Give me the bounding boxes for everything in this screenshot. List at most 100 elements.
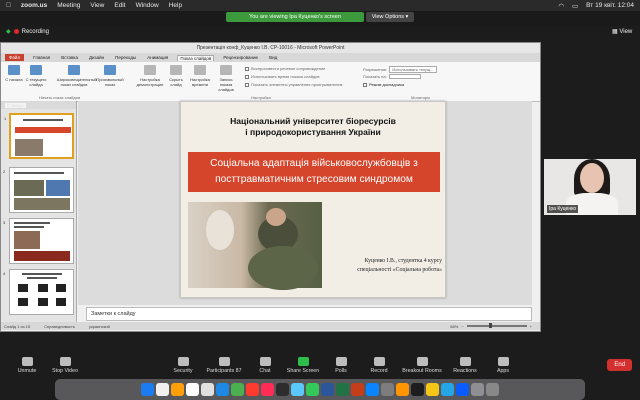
from-start-button[interactable]: С начала (3, 65, 25, 82)
dock-app-icon[interactable] (246, 383, 259, 396)
menu-help[interactable]: Help (169, 2, 182, 9)
slide-thumbnail-1[interactable]: 1 (4, 113, 74, 159)
slide-subtitle-band[interactable]: Соціальна адаптація військовослужбовців … (188, 152, 440, 192)
end-meeting-button[interactable]: End (607, 359, 632, 371)
zoom-level[interactable]: 68% (450, 324, 458, 329)
thumb-icon (56, 284, 66, 292)
dock-app-icon[interactable] (471, 383, 484, 396)
dock-app-icon[interactable] (156, 383, 169, 396)
tab-outline[interactable]: Структура (32, 103, 53, 108)
dock-app-icon[interactable] (216, 383, 229, 396)
dock-app-icon[interactable] (141, 383, 154, 396)
tab-view[interactable]: Вид (267, 55, 279, 60)
zoom-slider[interactable] (466, 323, 527, 329)
zoom-out-icon[interactable]: − (461, 324, 463, 329)
language[interactable]: украинский (89, 324, 110, 329)
battery-icon[interactable]: ▭ (572, 2, 578, 10)
show-on-select[interactable] (388, 74, 421, 79)
tab-slideshow[interactable]: Показ слайдов (177, 54, 215, 61)
dock-app-icon[interactable] (381, 383, 394, 396)
breakout-rooms-icon (416, 356, 428, 366)
tab-review[interactable]: Рецензирование (221, 55, 260, 60)
current-slide[interactable]: Національний університет біоресурсів і п… (180, 101, 446, 298)
tab-transitions[interactable]: Переходы (113, 55, 138, 60)
rehearse-timings-button[interactable]: Настройка времени (187, 65, 213, 87)
dock-app-icon[interactable] (276, 383, 289, 396)
record-show-button[interactable]: Запись показа слайдов (213, 65, 239, 92)
dock-app-icon[interactable] (291, 383, 304, 396)
slide-author[interactable]: Куценко І.В., студентка 4 курсу спеціаль… (326, 257, 442, 275)
tab-animation[interactable]: Анимация (145, 55, 170, 60)
record-button[interactable]: Record (360, 356, 398, 374)
theme-name: Справедливость (44, 323, 75, 329)
dock-app-icon[interactable] (261, 383, 274, 396)
checkbox-narration[interactable]: Воспроизвести речевое сопровождение (245, 66, 325, 71)
dock-app-icon[interactable] (486, 383, 499, 396)
menu-window[interactable]: Window (136, 2, 159, 9)
clock[interactable]: Вт 19 квіт. 12:04 (586, 2, 634, 9)
menu-view[interactable]: View (90, 2, 104, 9)
dock-app-icon[interactable] (171, 383, 184, 396)
tab-home[interactable]: Главная (31, 55, 52, 60)
view-button-label: View (619, 29, 633, 35)
slide-photo[interactable] (188, 202, 322, 290)
chat-button[interactable]: Chat (246, 356, 284, 374)
share-screen-button[interactable]: Share Screen (284, 356, 322, 374)
dock-app-icon[interactable] (201, 383, 214, 396)
dock-app-icon[interactable] (441, 383, 454, 396)
dock-app-icon[interactable] (321, 383, 334, 396)
slide-thumbnail-2[interactable]: 2 (3, 167, 74, 213)
from-current-button[interactable]: С текущего слайда (25, 65, 47, 87)
security-button[interactable]: Security (164, 356, 202, 374)
apple-icon[interactable]:  (6, 2, 11, 9)
custom-show-button[interactable]: Произвольный показ (95, 65, 125, 87)
view-options-button[interactable]: View Options ▾ (366, 12, 414, 22)
menu-edit[interactable]: Edit (114, 2, 125, 9)
dock-app-icon[interactable] (426, 383, 439, 396)
checkbox-media-controls[interactable]: Показать элементы управления проигрывате… (245, 82, 342, 87)
presenter-view-label: Режим докладчика (369, 82, 405, 87)
resolution-select[interactable]: Использовать текущ... (389, 66, 437, 73)
apps-button[interactable]: Apps (484, 356, 522, 374)
dock-app-icon[interactable] (231, 383, 244, 396)
view-button[interactable]: ▦ View (612, 28, 632, 35)
slide-thumbnail-3[interactable]: 3 (3, 218, 74, 264)
unmute-button[interactable]: Unmute (8, 356, 46, 374)
tab-file[interactable]: Файл (5, 54, 25, 61)
custom-show-icon (104, 65, 116, 75)
dock-app-icon[interactable] (336, 383, 349, 396)
presenter-view-checkbox[interactable]: Режим докладчика (363, 82, 404, 87)
dock-app-icon[interactable] (396, 383, 409, 396)
checkbox-timings[interactable]: Использовать время показа слайдов (245, 74, 320, 79)
thumb-text (14, 222, 50, 224)
slide-title[interactable]: Національний університет біоресурсів і п… (181, 116, 445, 138)
tab-slides[interactable]: Слайды (5, 102, 26, 108)
wifi-icon[interactable]: ◠ (558, 2, 564, 10)
participants-button[interactable]: Participants 87 (202, 356, 246, 374)
hide-slide-button[interactable]: Скрыть слайд (165, 65, 187, 87)
show-on-label: Показать на: (363, 74, 387, 79)
slide-notes[interactable]: Заметки к слайду (86, 307, 532, 321)
dock-app-icon[interactable] (351, 383, 364, 396)
reactions-button[interactable]: Reactions (446, 356, 484, 374)
thumb-text (14, 172, 64, 174)
dock-app-icon[interactable] (456, 383, 469, 396)
setup-show-button[interactable]: Настройка демонстрации (135, 65, 165, 87)
dock-app-icon[interactable] (411, 383, 424, 396)
dock-app-icon[interactable] (366, 383, 379, 396)
breakout-rooms-button[interactable]: Breakout Rooms (398, 356, 446, 374)
stop-video-button[interactable]: Stop Video (46, 356, 84, 374)
menu-meeting[interactable]: Meeting (57, 2, 80, 9)
menu-app[interactable]: zoom.us (21, 2, 47, 9)
broadcast-button[interactable]: Широковещательный показ слайдов (57, 65, 97, 87)
recording-indicator[interactable]: ◆ Recording (6, 28, 49, 36)
polls-button[interactable]: Polls (322, 356, 360, 374)
dock-app-icon[interactable] (306, 383, 319, 396)
slide-thumbnail-4[interactable]: 4 (3, 269, 74, 315)
zoom-slider-knob[interactable] (489, 323, 493, 329)
participant-video[interactable]: Іра Куценко (544, 159, 636, 215)
tab-insert[interactable]: Вставка (59, 55, 80, 60)
dock-app-icon[interactable] (186, 383, 199, 396)
zoom-in-icon[interactable]: + (530, 324, 532, 329)
tab-design[interactable]: Дизайн (87, 55, 106, 60)
